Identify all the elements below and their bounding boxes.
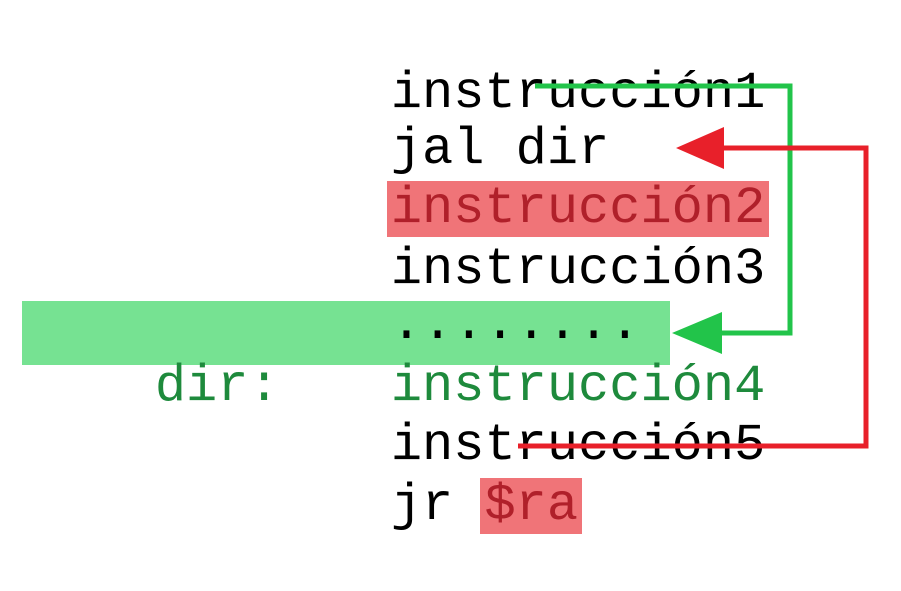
jal-jr-diagram: instrucción1 jal dir instrucción2 instru… bbox=[0, 0, 901, 534]
call-arrowhead bbox=[672, 312, 722, 354]
return-arrow bbox=[518, 127, 869, 449]
return-arrow-path bbox=[518, 145, 869, 449]
arrows-layer bbox=[518, 83, 869, 449]
call-arrow bbox=[535, 83, 793, 354]
return-arrowhead bbox=[676, 127, 724, 169]
call-arrow-path bbox=[535, 83, 793, 336]
